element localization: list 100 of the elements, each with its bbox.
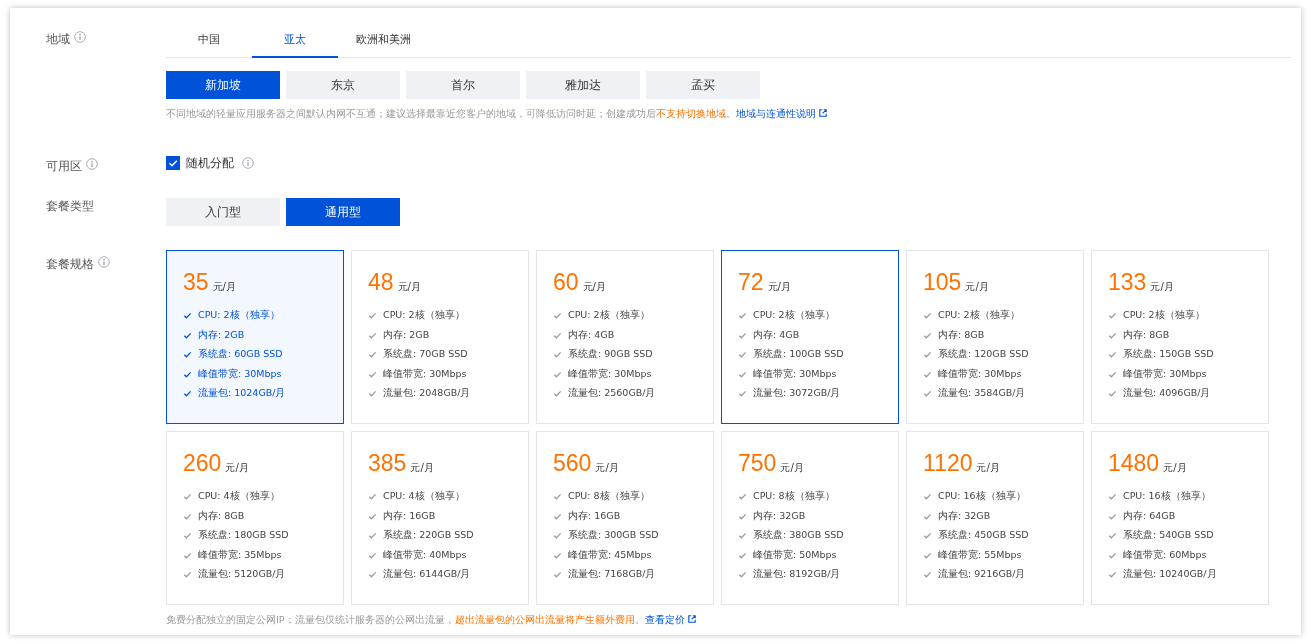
- plan-price: 560: [553, 450, 592, 477]
- plan-feature: 峰值带宽: 40Mbps: [383, 548, 467, 562]
- package-type-option[interactable]: 通用型: [286, 198, 400, 226]
- plan-feature: 系统盘: 180GB SSD: [198, 529, 289, 543]
- plan-feature: 系统盘: 90GB SSD: [568, 348, 653, 362]
- plan-feature: 流量包: 2560GB/月: [568, 387, 656, 401]
- price-unit: 元/月: [225, 461, 249, 475]
- city-option[interactable]: 东京: [286, 71, 400, 99]
- plan-feature: 流量包: 2048GB/月: [383, 387, 471, 401]
- plan-feature: 内存: 16GB: [568, 509, 621, 523]
- package-type-option[interactable]: 入门型: [166, 198, 280, 226]
- price-unit: 元/月: [767, 280, 791, 294]
- city-option[interactable]: 雅加达: [526, 71, 640, 99]
- plan-feature: CPU: 4核（独享）: [383, 490, 465, 504]
- plan-feature: 流量包: 9216GB/月: [938, 568, 1026, 582]
- plan-card[interactable]: 750 元/月 CPU: 8核（独享） 内存: 32GB 系统盘: 380GB SSD 峰值带宽: 50Mbps 流量包: 8192GB/月: [721, 431, 899, 605]
- price-unit: 元/月: [780, 461, 804, 475]
- field-label: 套餐规格: [46, 256, 94, 273]
- info-icon[interactable]: [74, 31, 86, 43]
- info-icon[interactable]: [98, 256, 110, 268]
- plan-feature: 内存: 8GB: [198, 509, 245, 523]
- plan-feature: CPU: 2核（独享）: [1123, 309, 1205, 323]
- plan-feature: CPU: 2核（独享）: [383, 309, 465, 323]
- info-icon[interactable]: [242, 157, 254, 169]
- plan-card[interactable]: 260 元/月 CPU: 4核（独享） 内存: 8GB 系统盘: 180GB SSD 峰值带宽: 35Mbps 流量包: 5120GB/月: [166, 431, 344, 605]
- plan-feature: 峰值带宽: 30Mbps: [938, 367, 1022, 381]
- plan-feature: 峰值带宽: 30Mbps: [383, 367, 467, 381]
- plan-feature: 内存: 4GB: [753, 328, 800, 342]
- plan-feature: 内存: 2GB: [198, 328, 245, 342]
- price-unit: 元/月: [965, 280, 989, 294]
- plan-price: 60: [553, 269, 579, 296]
- plan-price: 750: [738, 450, 777, 477]
- plan-feature: 峰值带宽: 60Mbps: [1123, 548, 1207, 562]
- plan-feature: 峰值带宽: 45Mbps: [568, 548, 652, 562]
- external-link-icon: [819, 109, 827, 117]
- plan-feature: 峰值带宽: 50Mbps: [753, 548, 837, 562]
- plan-feature: CPU: 2核（独享）: [938, 309, 1020, 323]
- region-tab[interactable]: 亚太: [252, 24, 338, 58]
- traffic-note: 免费分配独立的固定公网IP；流量包仅统计服务器的公网出流量，超出流量包的公网出流量将产生额外费用。查看定价: [166, 614, 1301, 627]
- price-unit: 元/月: [1150, 280, 1174, 294]
- plan-feature: 流量包: 7168GB/月: [568, 568, 656, 582]
- plan-feature: CPU: 2核（独享）: [753, 309, 835, 323]
- city-option[interactable]: 新加坡: [166, 71, 280, 99]
- region-tab[interactable]: 欧洲和美洲: [338, 24, 428, 58]
- city-option[interactable]: 孟买: [646, 71, 760, 99]
- plan-card[interactable]: 385 元/月 CPU: 4核（独享） 内存: 16GB 系统盘: 220GB SSD 峰值带宽: 40Mbps 流量包: 6144GB/月: [351, 431, 529, 605]
- plan-feature: 内存: 8GB: [938, 328, 985, 342]
- price-unit: 元/月: [976, 461, 1000, 475]
- plan-card[interactable]: 60 元/月 CPU: 2核（独享） 内存: 4GB 系统盘: 90GB SSD 峰值带宽: 30Mbps 流量包: 2560GB/月: [536, 250, 714, 424]
- field-label: 可用区: [46, 158, 82, 175]
- plan-feature: CPU: 4核（独享）: [198, 490, 280, 504]
- plan-feature: 流量包: 3584GB/月: [938, 387, 1026, 401]
- price-unit: 元/月: [397, 280, 421, 294]
- price-unit: 元/月: [595, 461, 619, 475]
- plan-feature: 系统盘: 300GB SSD: [568, 529, 659, 543]
- plan-feature: 内存: 16GB: [383, 509, 436, 523]
- info-icon[interactable]: [86, 158, 98, 170]
- plan-price: 72: [738, 269, 764, 296]
- plan-price: 105: [923, 269, 962, 296]
- pricing-link[interactable]: 查看定价: [644, 614, 696, 625]
- plan-feature: 流量包: 4096GB/月: [1123, 387, 1211, 401]
- plan-feature: 内存: 2GB: [383, 328, 430, 342]
- plan-feature: 内存: 64GB: [1123, 509, 1176, 523]
- region-tab[interactable]: 中国: [166, 24, 252, 58]
- plan-card[interactable]: 1120 元/月 CPU: 16核（独享） 内存: 32GB 系统盘: 450GB SSD 峰值带宽: 55Mbps 流量包: 9216GB/月: [906, 431, 1084, 605]
- plan-feature: CPU: 2核（独享）: [568, 309, 650, 323]
- plan-feature: 系统盘: 120GB SSD: [938, 348, 1029, 362]
- price-unit: 元/月: [410, 461, 434, 475]
- plan-price: 48: [368, 269, 394, 296]
- plan-feature: 流量包: 5120GB/月: [198, 568, 286, 582]
- field-label: 套餐类型: [46, 198, 94, 215]
- checkbox[interactable]: [166, 156, 180, 170]
- plan-feature: CPU: 16核（独享）: [1123, 490, 1211, 504]
- plan-card[interactable]: 133 元/月 CPU: 2核（独享） 内存: 8GB 系统盘: 150GB SSD 峰值带宽: 30Mbps 流量包: 4096GB/月: [1091, 250, 1269, 424]
- plan-feature: 系统盘: 450GB SSD: [938, 529, 1029, 543]
- region-help-link[interactable]: 地域与连通性说明: [736, 108, 827, 119]
- field-label: 地域: [46, 31, 70, 48]
- plan-feature: 内存: 4GB: [568, 328, 615, 342]
- plan-feature: 流量包: 1024GB/月: [198, 387, 286, 401]
- plan-card[interactable]: 105 元/月 CPU: 2核（独享） 内存: 8GB 系统盘: 120GB SSD 峰值带宽: 30Mbps 流量包: 3584GB/月: [906, 250, 1084, 424]
- plan-feature: 系统盘: 540GB SSD: [1123, 529, 1214, 543]
- plan-feature: 系统盘: 380GB SSD: [753, 529, 844, 543]
- price-unit: 元/月: [582, 280, 606, 294]
- plan-feature: CPU: 16核（独享）: [938, 490, 1026, 504]
- plan-feature: 系统盘: 70GB SSD: [383, 348, 468, 362]
- plan-card[interactable]: 1480 元/月 CPU: 16核（独享） 内存: 64GB 系统盘: 540GB SSD 峰值带宽: 60Mbps 流量包: 10240GB/月: [1091, 431, 1269, 605]
- plan-card[interactable]: 560 元/月 CPU: 8核（独享） 内存: 16GB 系统盘: 300GB SSD 峰值带宽: 45Mbps 流量包: 7168GB/月: [536, 431, 714, 605]
- plan-card[interactable]: 72 元/月 CPU: 2核（独享） 内存: 4GB 系统盘: 100GB SSD 峰值带宽: 30Mbps 流量包: 3072GB/月: [721, 250, 899, 424]
- plan-feature: 峰值带宽: 30Mbps: [198, 367, 282, 381]
- plan-feature: 系统盘: 100GB SSD: [753, 348, 844, 362]
- plan-card[interactable]: 35 元/月 CPU: 2核（独享） 内存: 2GB 系统盘: 60GB SSD 峰值带宽: 30Mbps 流量包: 1024GB/月: [166, 250, 344, 424]
- plan-price: 35: [183, 269, 209, 296]
- checkbox-label[interactable]: 随机分配: [186, 154, 234, 172]
- price-unit: 元/月: [212, 280, 236, 294]
- city-option[interactable]: 首尔: [406, 71, 520, 99]
- plan-feature: 峰值带宽: 55Mbps: [938, 548, 1022, 562]
- plan-card[interactable]: 48 元/月 CPU: 2核（独享） 内存: 2GB 系统盘: 70GB SSD 峰值带宽: 30Mbps 流量包: 2048GB/月: [351, 250, 529, 424]
- plan-feature: 峰值带宽: 30Mbps: [568, 367, 652, 381]
- plan-feature: 系统盘: 60GB SSD: [198, 348, 283, 362]
- region-hint: 不同地域的轻量应用服务器之间默认内网不互通；建议选择最靠近您客户的地域，可降低访问时延；创建成功后不支持切换地域。地域与连通性说明: [166, 108, 1301, 121]
